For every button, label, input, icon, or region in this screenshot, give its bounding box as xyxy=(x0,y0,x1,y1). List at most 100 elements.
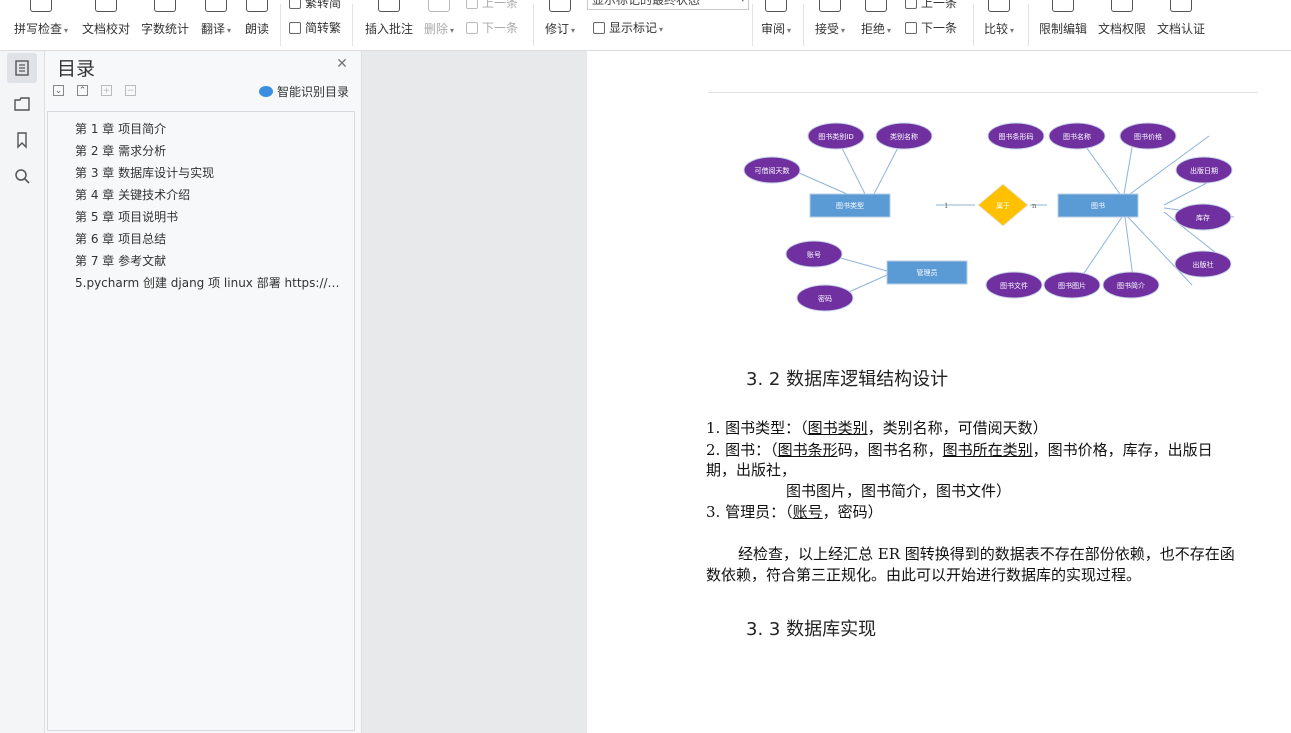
section-heading-3-3: 3. 3 数据库实现 xyxy=(746,619,877,640)
prev-change-icon xyxy=(905,0,917,9)
attribute-label: 图书图片 xyxy=(1058,281,1086,290)
bookmark-tab[interactable] xyxy=(7,125,37,155)
body-line: 2. 图书：（图书条形码，图书名称，图书所在类别，图书价格，库存，出版日 xyxy=(706,441,1213,459)
ribbon-separator xyxy=(1028,4,1029,46)
body-line: 图书图片，图书简介，图书文件） xyxy=(786,482,1012,500)
toc-item[interactable]: 5.pycharm 创建 djang 项 linux 部署 https://bl… xyxy=(75,274,347,291)
attribute-label: 库存 xyxy=(1196,213,1210,222)
attribute-label: 可借阅天数 xyxy=(755,166,790,175)
toc-tab[interactable] xyxy=(7,53,37,83)
ribbon-separator xyxy=(352,4,353,46)
read-aloud-icon xyxy=(246,0,268,12)
spell-check-button[interactable]: 拼写检查 xyxy=(10,0,72,50)
lock-icon xyxy=(1052,0,1074,12)
toc-item[interactable]: 第 5 章 项目说明书 xyxy=(75,208,347,225)
collapse-all-icon[interactable]: ⌃ xyxy=(77,85,88,96)
attribute-label: 密码 xyxy=(818,294,832,303)
restrict-edit-button[interactable]: 限制编辑 xyxy=(1036,0,1090,50)
close-icon[interactable]: ✕ xyxy=(335,57,349,71)
ribbon-separator xyxy=(752,4,753,46)
toc-item[interactable]: 第 3 章 数据库设计与实现 xyxy=(75,164,347,181)
body-paragraph: 经检查，以上经汇总 ER 图转换得到的数据表不存在部份依赖，也不存在函 xyxy=(738,545,1235,563)
toc-item[interactable]: 第 7 章 参考文献 xyxy=(75,252,347,269)
next-comment-icon xyxy=(466,22,478,34)
attribute-label: 出版社 xyxy=(1193,260,1214,269)
insert-comment-button[interactable]: 插入批注 xyxy=(362,0,416,50)
prev-comment-button[interactable]: 上一条 xyxy=(466,0,518,11)
section-heading-3-2: 3. 2 数据库逻辑结构设计 xyxy=(746,369,949,390)
word-count-button[interactable]: 字数统计 xyxy=(138,0,192,50)
body-line: 期，出版社， xyxy=(706,461,797,479)
spell-check-icon xyxy=(30,0,52,12)
compare-button[interactable]: 比较 xyxy=(980,0,1018,50)
attribute-label: 图书名称 xyxy=(1063,132,1091,141)
relation-label: 属于 xyxy=(996,202,1010,210)
review-button[interactable]: 审阅 xyxy=(757,0,795,50)
read-aloud-button[interactable]: 朗读 xyxy=(242,0,272,50)
document-area: 1 n 图书类型 图书 管理员 属于 图书类别ID 类别名称 可借阅天数 图书条… xyxy=(362,51,1291,733)
show-markup-icon xyxy=(593,22,605,34)
ribbon-separator xyxy=(803,4,804,46)
delete-comment-button[interactable]: 删除 xyxy=(421,0,457,50)
toc-item[interactable]: 第 4 章 关键技术介绍 xyxy=(75,186,347,203)
search-tab[interactable] xyxy=(7,161,37,191)
markup-state-select[interactable]: 显示标记的最终状态 xyxy=(587,0,749,10)
prev-comment-icon xyxy=(466,0,478,9)
body-line: 3. 管理员：（账号，密码） xyxy=(706,503,883,521)
remove-level-icon[interactable]: − xyxy=(125,85,136,96)
simp-to-trad-icon xyxy=(289,22,301,34)
er-diagram: 1 n 图书类型 图书 管理员 属于 图书类别ID 类别名称 可借阅天数 图书条… xyxy=(743,122,1235,312)
prev-change-button[interactable]: 上一条 xyxy=(905,0,957,11)
doc-cert-button[interactable]: 文档认证 xyxy=(1154,0,1208,50)
reject-change-button[interactable]: 拒绝 xyxy=(857,0,895,50)
bookmark-icon xyxy=(17,132,27,149)
trad-to-simp-button[interactable]: 繁转简 xyxy=(289,0,341,11)
track-changes-icon xyxy=(549,0,571,12)
shield-icon xyxy=(1170,0,1192,12)
attribute-label: 图书价格 xyxy=(1134,132,1162,141)
review-icon xyxy=(765,0,787,12)
doc-proof-button[interactable]: 文档校对 xyxy=(78,0,134,50)
translate-button[interactable]: 翻译 xyxy=(197,0,235,50)
smart-toc-button[interactable]: 智能识别目录 xyxy=(259,83,349,100)
doc-proof-icon xyxy=(95,0,117,12)
reject-icon xyxy=(865,0,887,12)
attribute-label: 图书条形码 xyxy=(999,132,1034,141)
attribute-label: 图书简介 xyxy=(1117,281,1145,290)
translate-icon xyxy=(205,0,227,12)
comment-icon xyxy=(378,0,400,12)
cardinality-left: 1 xyxy=(944,202,948,210)
next-comment-button[interactable]: 下一条 xyxy=(466,19,518,36)
simp-to-trad-button[interactable]: 简转繁 xyxy=(289,19,341,36)
header-line xyxy=(708,92,1258,93)
attribute-label: 类别名称 xyxy=(890,132,918,141)
cardinality-right: n xyxy=(1032,202,1037,210)
attribute-label: 图书文件 xyxy=(1000,281,1028,290)
show-markup-button[interactable]: 显示标记 xyxy=(593,19,663,36)
trad-to-simp-icon xyxy=(289,0,301,9)
document-page[interactable]: 1 n 图书类型 图书 管理员 属于 图书类别ID 类别名称 可借阅天数 图书条… xyxy=(587,51,1291,733)
attribute-label: 账号 xyxy=(807,250,821,259)
toc-item[interactable]: 第 2 章 需求分析 xyxy=(75,142,347,159)
entity-label: 图书类型 xyxy=(836,201,864,210)
expand-all-icon[interactable]: ⌄ xyxy=(53,85,64,96)
track-changes-button[interactable]: 修订 xyxy=(540,0,580,50)
next-change-button[interactable]: 下一条 xyxy=(905,19,957,36)
body-paragraph: 数依赖，符合第三正规化。由此可以开始进行数据库的实现过程。 xyxy=(706,566,1142,584)
accept-icon xyxy=(819,0,841,12)
navigation-rail xyxy=(0,51,45,733)
toc-item[interactable]: 第 6 章 项目总结 xyxy=(75,230,347,247)
delete-comment-icon xyxy=(428,0,450,12)
toc-list: 第 1 章 项目简介 第 2 章 需求分析 第 3 章 数据库设计与实现 第 4… xyxy=(47,111,355,731)
add-level-icon[interactable]: + xyxy=(101,85,112,96)
body-line: 1. 图书类型：（图书类别，类别名称，可借阅天数） xyxy=(706,419,1048,437)
word-count-icon xyxy=(154,0,176,12)
compare-icon xyxy=(988,0,1010,12)
attribute-label: 出版日期 xyxy=(1190,166,1218,175)
chapter-nav-tab[interactable] xyxy=(7,89,37,119)
entity-label: 管理员 xyxy=(917,268,938,277)
ribbon-separator xyxy=(973,4,974,46)
doc-permission-button[interactable]: 文档权限 xyxy=(1095,0,1149,50)
toc-item[interactable]: 第 1 章 项目简介 xyxy=(75,120,347,137)
accept-change-button[interactable]: 接受 xyxy=(811,0,849,50)
